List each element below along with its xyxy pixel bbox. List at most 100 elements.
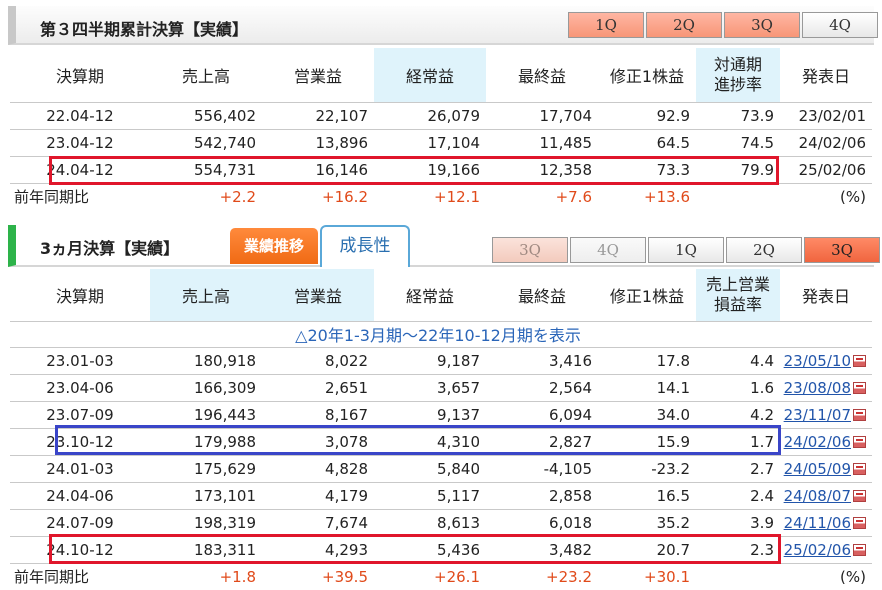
cell-period: 24.04-12 xyxy=(10,156,150,184)
chart-icon[interactable] xyxy=(853,543,866,556)
yoy-unit: (%) xyxy=(840,187,866,206)
tab-2q[interactable]: 2Q xyxy=(646,12,722,38)
col-sales: 売上高 xyxy=(150,269,262,321)
col-date: 発表日 xyxy=(801,66,850,86)
table-row: 24.10-12 183,311 4,293 5,436 3,482 20.7 2.3 25/… xyxy=(10,536,872,564)
tab-prev-4q[interactable]: 4Q xyxy=(570,237,646,263)
table-row: 24.07-09 198,319 7,674 8,613 6,018 35.2 3.9 24/… xyxy=(10,509,872,537)
cell-period: 24.01-03 xyxy=(10,455,150,483)
date-link[interactable]: 23/11/07 xyxy=(784,406,851,424)
cell-margin: 4.4 xyxy=(696,347,780,375)
date-link[interactable]: 25/02/06 xyxy=(784,541,851,559)
col-progress-line1: 対通期 xyxy=(713,54,762,74)
table-row: 23.10-12 179,988 3,078 4,310 2,827 15.9 1.7 24/… xyxy=(10,428,872,456)
cell-period: 23.01-03 xyxy=(10,347,150,375)
cell-date[interactable]: 23/05/10 xyxy=(780,347,872,375)
cell-ordinary: 8,613 xyxy=(374,509,486,537)
cell-operating: 22,107 xyxy=(262,102,374,130)
cell-sales: 196,443 xyxy=(150,401,262,429)
yoy-eps: +13.6 xyxy=(644,187,690,206)
cell-sales: 556,402 xyxy=(150,102,262,130)
cell-date[interactable]: 24/11/06 xyxy=(780,509,872,537)
tab-3q[interactable]: 3Q xyxy=(804,237,880,263)
col-progress: 対通期 進捗率 xyxy=(696,48,780,102)
cell-date[interactable]: 24/02/06 xyxy=(780,428,872,456)
chart-icon[interactable] xyxy=(853,408,866,421)
date-link[interactable]: 24/05/09 xyxy=(784,460,851,478)
cell-ordinary: 4,310 xyxy=(374,428,486,456)
cell-date[interactable]: 23/11/07 xyxy=(780,401,872,429)
yoy-ordinary: +26.1 xyxy=(434,567,480,586)
cell-margin: 2.3 xyxy=(696,536,780,564)
cell-period: 24.07-09 xyxy=(10,509,150,537)
col-operating: 営業益 xyxy=(262,269,374,321)
cell-eps: 20.7 xyxy=(598,536,696,564)
tab-results-trend[interactable]: 業績推移 xyxy=(230,228,318,264)
chart-icon[interactable] xyxy=(853,354,866,367)
tab-1q[interactable]: 1Q xyxy=(648,237,724,263)
yoy-eps: +30.1 xyxy=(644,567,690,586)
date-link[interactable]: 24/08/07 xyxy=(784,487,851,505)
cell-eps: 16.5 xyxy=(598,482,696,510)
date-link[interactable]: 24/11/06 xyxy=(784,514,851,532)
col-margin-line2: 損益率 xyxy=(713,294,762,314)
yoy-unit: (%) xyxy=(840,567,866,586)
date-link[interactable]: 23/05/10 xyxy=(784,352,851,370)
cumulative-table: 決算期 売上高 営業益 経常益 最終益 修正1株益 対通期 進捗率 発表日 22… xyxy=(10,48,872,210)
cell-date[interactable]: 24/08/07 xyxy=(780,482,872,510)
col-ordinary: 経常益 xyxy=(374,48,486,102)
table-row: 22.04-12 556,402 22,107 26,079 17,704 92… xyxy=(10,102,872,130)
col-period: 決算期 xyxy=(55,286,104,306)
cell-eps: 15.9 xyxy=(598,428,696,456)
tab-3q[interactable]: 3Q xyxy=(724,12,800,38)
cell-date[interactable]: 24/05/09 xyxy=(780,455,872,483)
cell-eps: -23.2 xyxy=(598,455,696,483)
cell-margin: 1.7 xyxy=(696,428,780,456)
cell-date[interactable]: 25/02/06 xyxy=(780,536,872,564)
cell-net: 2,564 xyxy=(486,374,598,402)
col-progress-line2: 進捗率 xyxy=(713,74,762,94)
cell-eps: 35.2 xyxy=(598,509,696,537)
tab-2q[interactable]: 2Q xyxy=(726,237,802,263)
tab-1q[interactable]: 1Q xyxy=(568,12,644,38)
cell-operating: 16,146 xyxy=(262,156,374,184)
cell-net: 17,704 xyxy=(486,102,598,130)
cell-operating: 4,179 xyxy=(262,482,374,510)
cell-margin: 2.7 xyxy=(696,455,780,483)
cell-period: 23.04-06 xyxy=(10,374,150,402)
cell-net: 3,482 xyxy=(486,536,598,564)
table-row: 23.07-09 196,443 8,167 9,137 6,094 34.0 4.2 23/… xyxy=(10,401,872,429)
chart-icon[interactable] xyxy=(853,516,866,529)
cell-net: 12,358 xyxy=(486,156,598,184)
tab-prev-3q[interactable]: 3Q xyxy=(492,237,568,263)
quarterly-rows: 23.01-03 180,918 8,022 9,187 3,416 17.8 4.4 23/… xyxy=(10,347,872,564)
cell-eps: 92.9 xyxy=(598,102,696,130)
cell-eps: 17.8 xyxy=(598,347,696,375)
cumulative-title: 第３四半期累計決算【実績】 xyxy=(40,20,249,39)
tab-4q[interactable]: 4Q xyxy=(802,12,878,38)
cell-ordinary: 5,436 xyxy=(374,536,486,564)
col-margin: 売上営業 損益率 xyxy=(696,269,780,321)
cell-ordinary: 9,187 xyxy=(374,347,486,375)
date-link[interactable]: 24/02/06 xyxy=(784,433,851,451)
tab-growth[interactable]: 成長性 xyxy=(320,225,410,267)
chart-icon[interactable] xyxy=(853,381,866,394)
cell-date[interactable]: 23/08/08 xyxy=(780,374,872,402)
date-link[interactable]: 23/08/08 xyxy=(784,379,851,397)
quarterly-quarter-tabs: 3Q 4Q 1Q 2Q 3Q xyxy=(490,237,880,263)
cell-sales: 554,731 xyxy=(150,156,262,184)
chart-icon[interactable] xyxy=(853,435,866,448)
chart-icon[interactable] xyxy=(853,489,866,502)
table-row: 24.01-03 175,629 4,828 5,840 -4,105 -23.2 2.7 2… xyxy=(10,455,872,483)
cell-date: 23/02/01 xyxy=(780,102,872,130)
cell-operating: 4,828 xyxy=(262,455,374,483)
chart-icon[interactable] xyxy=(853,462,866,475)
cell-ordinary: 17,104 xyxy=(374,129,486,157)
table-row: 23.04-12 542,740 13,896 17,104 11,485 64… xyxy=(10,129,872,157)
col-date: 発表日 xyxy=(801,286,850,306)
cell-eps: 14.1 xyxy=(598,374,696,402)
show-older-link[interactable]: △20年1-3月期〜22年10-12月期を表示 xyxy=(10,321,872,348)
cell-sales: 542,740 xyxy=(150,129,262,157)
yoy-label: 前年同期比 xyxy=(14,568,90,587)
table-row: 23.01-03 180,918 8,022 9,187 3,416 17.8 4.4 23/… xyxy=(10,347,872,375)
